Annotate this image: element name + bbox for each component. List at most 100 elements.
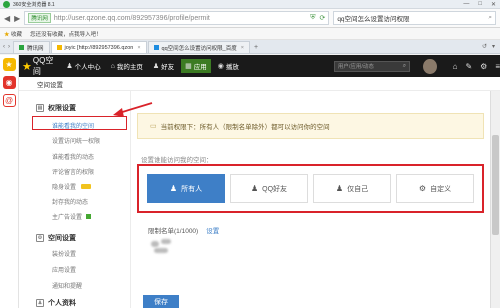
tab-menu-icon[interactable]: ▾ (492, 43, 495, 50)
page-title: 空间设置 (19, 77, 500, 91)
tab-qzone[interactable]: joyic [http://892957396.qzon × (50, 41, 147, 53)
sidebar-item-unified-permission[interactable]: 设置访问统一权限 (52, 136, 100, 145)
apps-grid-icon: ▦ (185, 63, 192, 70)
permission-notice: ▭ 当前权限下：所有人（限制名单除外）都可以访问你的空间 (137, 113, 484, 139)
custom-icon: ⚙ (418, 184, 427, 193)
section-title-profile[interactable]: ♟ 个人资料 (36, 298, 76, 308)
sidebar-item-feed-permission[interactable]: 谁能看我的动态 (52, 152, 94, 161)
favorites-bar: ★ 收藏 您还没有收藏，点我导入吧！ (0, 28, 500, 40)
close-tab-icon[interactable]: × (241, 45, 244, 51)
home-icon[interactable]: ⌂ (453, 62, 458, 71)
person-icon: ♟ (66, 63, 73, 70)
green-badge-icon (86, 214, 92, 219)
qzone-header-tools: ⌂ ✎ ⚙ ≡ (453, 62, 500, 71)
url-actions: ⛨ ⟳ (310, 14, 325, 22)
profile-icon: ♟ (36, 299, 44, 307)
new-tab-button[interactable]: + (251, 44, 261, 53)
close-window-button[interactable]: ✕ (491, 1, 496, 8)
main-content: ▭ 当前权限下：所有人（限制名单除外）都可以访问你的空间 设置谁能访问我的空间：… (131, 91, 490, 308)
back-arrow-icon[interactable]: ◀ (4, 14, 10, 23)
qzone-star-icon: ★ (22, 60, 32, 73)
access-options: ♟ 所有人 ♟ QQ好友 ♟ 仅自己 ⚙ 自定义 (137, 164, 484, 213)
qzone-header: ★ QQ空间 ♟ 个人中心 ⌂ 我的主页 ♟ 好友 ▦ 应用 ◉ 播放 用户/应用/动态 … (19, 55, 500, 77)
browser-logo-icon (3, 0, 10, 8)
qzone-favicon-icon (56, 45, 62, 50)
option-everyone[interactable]: ♟ 所有人 (147, 174, 225, 203)
page-scrollbar[interactable] (490, 91, 500, 308)
option-only-me[interactable]: ♟ 仅自己 (313, 174, 391, 203)
search-icon[interactable]: ⌕ (488, 14, 492, 22)
option-qq-friends[interactable]: ♟ QQ好友 (230, 174, 308, 203)
friend-icon: ♟ (250, 184, 259, 193)
tab-bar-tools: ↺ ▾ (482, 43, 495, 50)
favorites-import-hint[interactable]: 您还没有收藏，点我导入吧！ (30, 30, 102, 38)
info-icon: ▭ (150, 123, 157, 130)
nav-player[interactable]: ◉ 播放 (215, 61, 242, 71)
site-badge: 腾讯网 (28, 13, 51, 23)
search-input[interactable]: qq空间怎么设置访问权限 ⌕ (333, 11, 496, 25)
nav-personal-center[interactable]: ♟ 个人中心 (63, 61, 103, 71)
tab-scroll-icon[interactable]: › (8, 44, 10, 50)
browser-side-dock: ★ ◉ @ (0, 55, 19, 308)
option-custom[interactable]: ⚙ 自定义 (396, 174, 474, 203)
sidebar-item-app-settings[interactable]: 应用设置 (52, 265, 76, 274)
undo-icon[interactable]: ↺ (482, 43, 487, 50)
sidebar-item-archive-feed[interactable]: 封存我的动态 (52, 197, 88, 206)
nav-my-homepage[interactable]: ⌂ 我的主页 (108, 61, 146, 72)
address-bar-row: ◀ ▶ 腾讯网 http://user.qzone.qq.com/8929573… (0, 9, 500, 28)
close-tab-icon[interactable]: × (137, 45, 140, 51)
window-title: 360安全浏览器 8.1 (13, 1, 55, 8)
sidebar-item-comment-permission[interactable]: 评论留言的权限 (52, 167, 94, 176)
window-controls: — □ ✕ (463, 1, 496, 8)
blurred-avatar-list (149, 239, 175, 255)
person-icon: ♟ (169, 184, 178, 193)
tab-bar: ‹ › 腾讯网 joyic [http://892957396.qzon × q… (0, 40, 500, 54)
self-icon: ♟ (335, 184, 344, 193)
window-titlebar: 360安全浏览器 8.1 — □ ✕ (0, 0, 500, 9)
search-text[interactable]: qq空间怎么设置访问权限 (337, 13, 409, 23)
sidebar-item-ads[interactable]: 主广告设置 (52, 212, 92, 221)
section-title-permissions[interactable]: ▤ 权限设置 (36, 103, 76, 113)
restriction-list-label: 限制名单(1/1000) 设置 (148, 228, 220, 235)
edit-icon[interactable]: ✎ (465, 62, 472, 71)
minimize-button[interactable]: — (463, 1, 469, 8)
highlight-annotation (32, 116, 127, 130)
forward-arrow-icon[interactable]: ▶ (14, 14, 20, 23)
lock-icon: ▤ (36, 104, 44, 112)
tab-baidu[interactable]: qq空间怎么设置访问权限_百度 × (147, 41, 250, 53)
save-button[interactable]: 保存 (143, 295, 179, 308)
mail-at-icon[interactable]: @ (2, 94, 16, 107)
weibo-icon[interactable]: ◉ (2, 76, 16, 89)
favorites-button[interactable]: ★ 收藏 (4, 30, 22, 38)
star-icon: ★ (4, 31, 10, 38)
qzone-search-input[interactable]: 用户/应用/动态 ⌕ (333, 60, 411, 72)
avatar[interactable] (423, 58, 437, 74)
access-question-label: 设置谁能访问我的空间： (141, 157, 213, 164)
favorites-star-icon[interactable]: ★ (2, 58, 16, 71)
home-icon: ⌂ (110, 62, 115, 70)
scrollbar-thumb[interactable] (492, 135, 499, 235)
sidebar-item-notifications[interactable]: 通知和提醒 (52, 281, 82, 290)
tab-tencent[interactable]: 腾讯网 (13, 41, 50, 53)
maximize-button[interactable]: □ (478, 1, 482, 8)
gear-icon: ⚙ (36, 234, 44, 242)
restriction-settings-link[interactable]: 设置 (206, 228, 219, 235)
url-text[interactable]: http://user.qzone.qq.com/892957396/profi… (54, 15, 210, 22)
baidu-favicon-icon (153, 45, 159, 50)
reload-icon[interactable]: ⟳ (319, 14, 325, 22)
nav-friends[interactable]: ♟ 好友 (150, 61, 177, 71)
nav-apps[interactable]: ▦ 应用 (181, 59, 211, 73)
sidebar-item-decor[interactable]: 装扮设置 (52, 249, 76, 258)
sidebar-item-invisible[interactable]: 隐身设置 (52, 182, 92, 191)
qzone-nav: ♟ 个人中心 ⌂ 我的主页 ♟ 好友 ▦ 应用 ◉ 播放 (63, 59, 242, 73)
security-shield-icon[interactable]: ⛨ (310, 14, 315, 22)
tencent-favicon-icon (19, 45, 24, 50)
url-input[interactable]: 腾讯网 http://user.qzone.qq.com/892957396/p… (24, 11, 330, 25)
qzone-logo[interactable]: ★ QQ空间 (22, 55, 57, 77)
section-title-space-settings[interactable]: ⚙ 空间设置 (36, 233, 76, 243)
search-icon[interactable]: ⌕ (403, 63, 406, 70)
vip-badge-icon (81, 184, 92, 189)
settings-icon[interactable]: ⚙ (480, 62, 487, 71)
menu-icon[interactable]: ≡ (495, 62, 500, 71)
tab-list-icon[interactable]: ‹ (3, 44, 5, 50)
